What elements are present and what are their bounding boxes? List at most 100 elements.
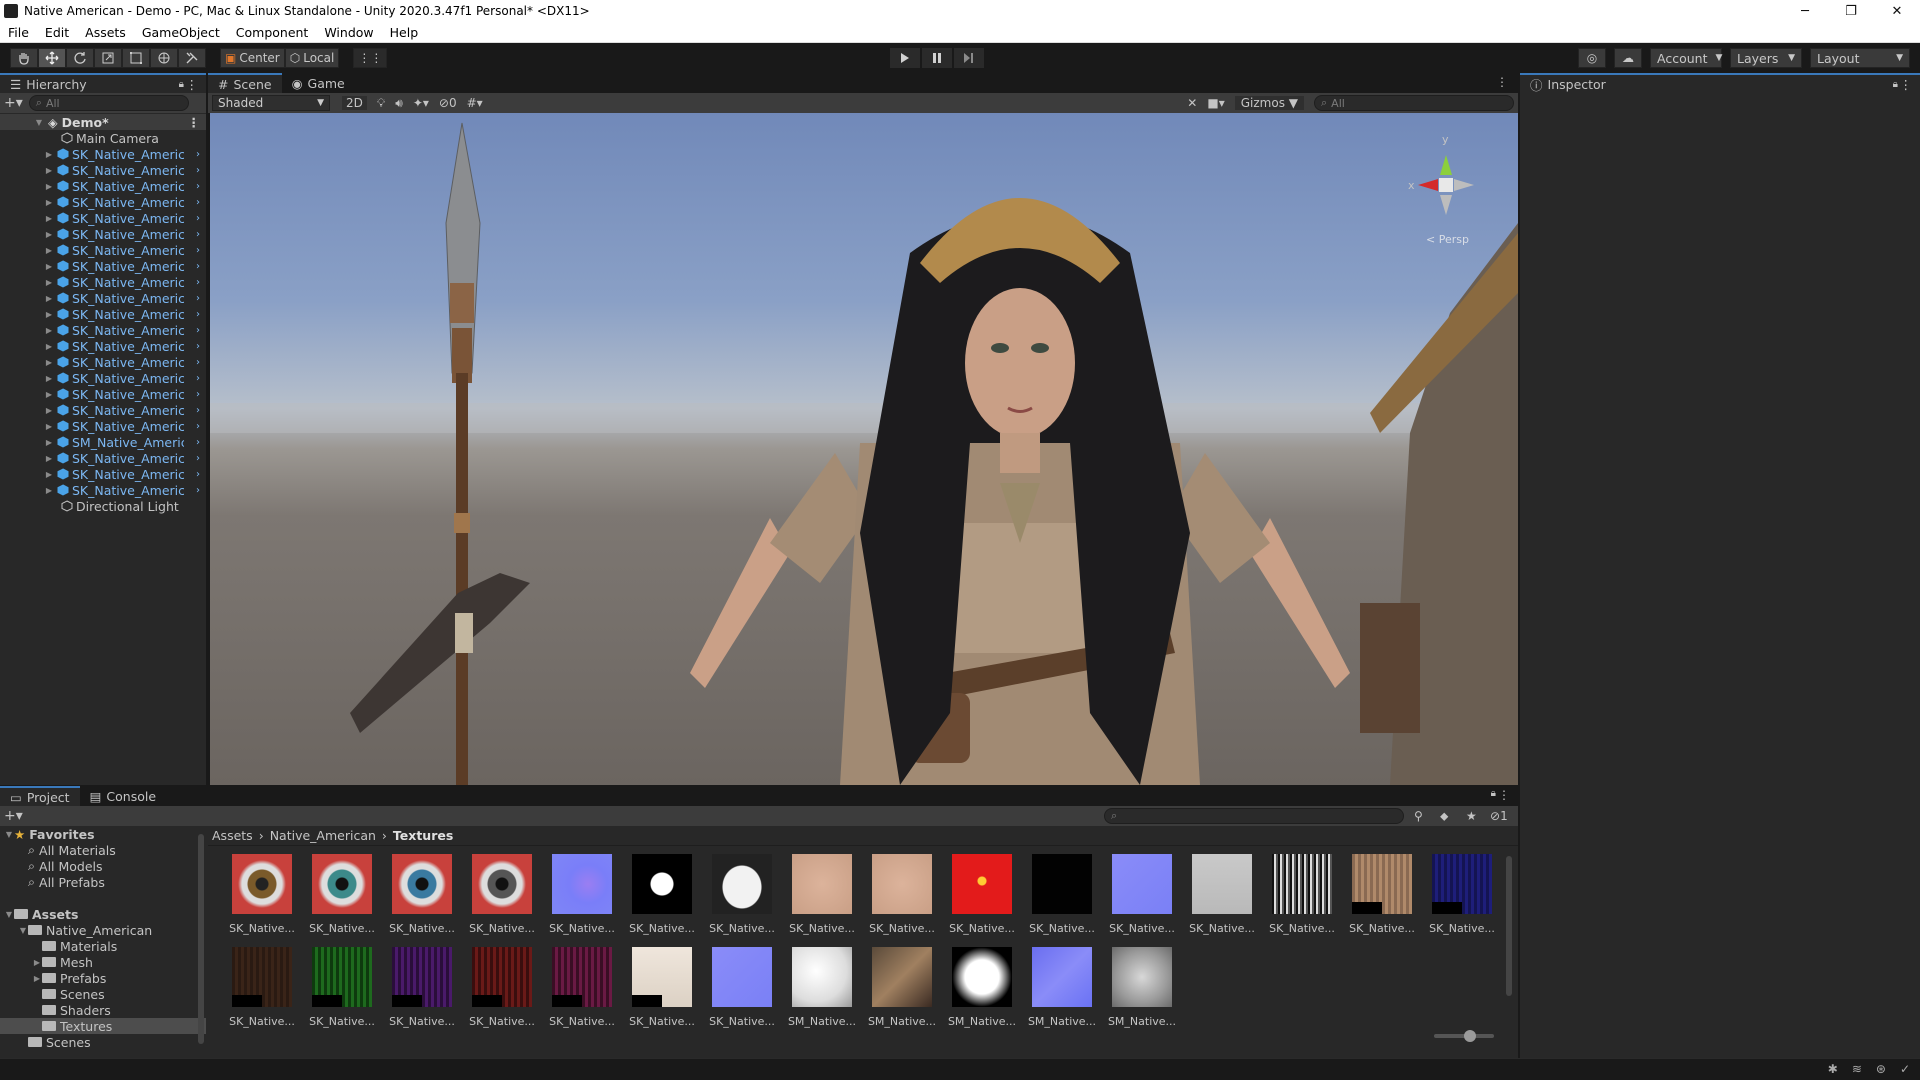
project-tree-item[interactable]: ▼ Assets xyxy=(0,906,206,922)
menu-window[interactable]: Window xyxy=(316,25,381,40)
prefab-open-arrow-icon[interactable]: › xyxy=(196,453,200,464)
shading-mode-dropdown[interactable]: Shaded ▼ xyxy=(212,95,330,111)
rect-tool-icon[interactable] xyxy=(122,48,150,68)
fold-arrow-icon[interactable]: ▶ xyxy=(44,422,54,431)
fold-arrow-icon[interactable]: ▶ xyxy=(44,374,54,383)
project-search-input[interactable]: ⌕ xyxy=(1104,808,1404,824)
grid-snap-icon[interactable]: ⋮⋮ xyxy=(353,48,388,68)
fold-arrow-icon[interactable]: ▶ xyxy=(44,486,54,495)
tab-inspector[interactable]: ⓘ Inspector 🔒︎ ⋮ xyxy=(1520,73,1920,93)
fold-arrow-icon[interactable]: ▶ xyxy=(44,182,54,191)
menu-help[interactable]: Help xyxy=(382,25,427,40)
menu-gameobject[interactable]: GameObject xyxy=(134,25,228,40)
filter-by-label-icon[interactable]: ⬥ xyxy=(1440,809,1448,824)
prefab-open-arrow-icon[interactable]: › xyxy=(196,229,200,240)
prefab-open-arrow-icon[interactable]: › xyxy=(196,181,200,192)
fold-arrow-icon[interactable]: ▶ xyxy=(44,214,54,223)
scale-tool-icon[interactable] xyxy=(94,48,122,68)
auto-generate-lighting-icon[interactable]: ⊛ xyxy=(1876,1062,1886,1076)
perspective-label[interactable]: < Persp xyxy=(1426,233,1469,246)
progress-icon[interactable]: ≋ xyxy=(1852,1062,1862,1076)
hierarchy-item[interactable]: Main Camera xyxy=(0,130,206,146)
prefab-open-arrow-icon[interactable]: › xyxy=(196,165,200,176)
project-tree-item[interactable]: ⌕ All Prefabs xyxy=(0,874,206,890)
project-tree-item[interactable]: ▼ Native_American xyxy=(0,922,206,938)
prefab-open-arrow-icon[interactable]: › xyxy=(196,149,200,160)
effects-toggle-icon[interactable]: ✦▾ xyxy=(413,96,429,110)
fold-arrow-icon[interactable]: ▶ xyxy=(44,326,54,335)
pause-button-icon[interactable] xyxy=(922,48,952,68)
tab-game[interactable]: ◉ Game xyxy=(282,73,355,93)
fold-arrow-icon[interactable]: ▶ xyxy=(44,342,54,351)
toggle-2d-button[interactable]: 2D xyxy=(342,96,367,110)
pivot-local-button[interactable]: ⬡ Local xyxy=(284,48,340,68)
fold-arrow-icon[interactable]: ▶ xyxy=(44,310,54,319)
fold-arrow-icon[interactable]: ▶ xyxy=(44,470,54,479)
hierarchy-item[interactable]: ▶ SK_Native_American › xyxy=(0,178,206,194)
fold-arrow-icon[interactable]: ▶ xyxy=(44,454,54,463)
fold-arrow-icon[interactable]: ▶ xyxy=(44,294,54,303)
texture-asset[interactable]: SK_Native... xyxy=(1262,854,1342,947)
layout-dropdown[interactable]: Layout ▼ xyxy=(1810,48,1910,68)
audio-toggle-icon[interactable]: 🔊︎ xyxy=(395,96,403,111)
fold-arrow-icon[interactable]: ▶ xyxy=(44,150,54,159)
hierarchy-item[interactable]: ▶ SK_Native_American › xyxy=(0,306,206,322)
hierarchy-item[interactable]: ▶ SK_Native_American › xyxy=(0,242,206,258)
hierarchy-item[interactable]: ▶ SK_Native_American › xyxy=(0,370,206,386)
fold-arrow-icon[interactable]: ▼ xyxy=(34,118,44,127)
scene-root-row[interactable]: ▼ ◈ Demo* ⋮ xyxy=(0,114,206,130)
maximize-button[interactable]: ❐ xyxy=(1828,0,1874,22)
project-tree-item[interactable]: ▶ Prefabs xyxy=(0,970,206,986)
prefab-open-arrow-icon[interactable]: › xyxy=(196,309,200,320)
scene-search-input[interactable]: ⌕ All xyxy=(1314,95,1514,111)
fold-arrow-icon[interactable]: ▶ xyxy=(32,974,42,983)
hierarchy-item[interactable]: Directional Light xyxy=(0,498,206,514)
prefab-open-arrow-icon[interactable]: › xyxy=(196,469,200,480)
texture-asset[interactable]: SK_Native... xyxy=(622,854,702,947)
menu-component[interactable]: Component xyxy=(228,25,317,40)
assets-scrollbar[interactable] xyxy=(1506,856,1512,996)
lock-icon[interactable]: 🔒︎ xyxy=(1491,788,1496,799)
breadcrumb-assets[interactable]: Assets xyxy=(212,828,253,843)
texture-asset[interactable]: SK_Native... xyxy=(1102,854,1182,947)
fold-arrow-icon[interactable]: ▶ xyxy=(44,198,54,207)
tree-scrollbar[interactable] xyxy=(198,834,204,1044)
prefab-open-arrow-icon[interactable]: › xyxy=(196,213,200,224)
play-button-icon[interactable] xyxy=(890,48,920,68)
pivot-center-button[interactable]: ▣ Center xyxy=(220,48,285,68)
prefab-open-arrow-icon[interactable]: › xyxy=(196,277,200,288)
lock-icon[interactable]: 🔒︎ xyxy=(179,79,184,90)
prefab-open-arrow-icon[interactable]: › xyxy=(196,373,200,384)
texture-asset[interactable]: SK_Native... xyxy=(862,854,942,947)
texture-asset[interactable]: SK_Native... xyxy=(382,947,462,1040)
kebab-menu-icon[interactable]: ⋮ xyxy=(186,77,199,92)
bug-report-icon[interactable]: ✱ xyxy=(1828,1062,1838,1076)
kebab-menu-icon[interactable]: ⋮ xyxy=(188,115,201,130)
texture-asset[interactable]: SM_Native... xyxy=(862,947,942,1040)
hierarchy-item[interactable]: ▶ SK_Native_American › xyxy=(0,210,206,226)
hidden-objects-icon[interactable]: ⊘0 xyxy=(439,96,457,110)
kebab-menu-icon[interactable]: ⋮ xyxy=(1900,77,1913,92)
fold-arrow-icon[interactable]: ▶ xyxy=(44,166,54,175)
project-tree-item[interactable]: Scenes xyxy=(0,986,206,1002)
project-tree-item[interactable]: ▼ ★ Favorites xyxy=(0,826,206,842)
hierarchy-item[interactable]: ▶ SK_Native_American › xyxy=(0,162,206,178)
hierarchy-item[interactable]: ▶ SK_Native_American › xyxy=(0,466,206,482)
fold-arrow-icon[interactable]: ▶ xyxy=(44,406,54,415)
rotate-tool-icon[interactable] xyxy=(66,48,94,68)
prefab-open-arrow-icon[interactable]: › xyxy=(196,245,200,256)
menu-assets[interactable]: Assets xyxy=(77,25,134,40)
cloud-icon[interactable]: ☁ xyxy=(1614,48,1642,68)
hierarchy-item[interactable]: ▶ SK_Native_American › xyxy=(0,450,206,466)
texture-asset[interactable]: SK_Native... xyxy=(702,854,782,947)
texture-asset[interactable]: SK_Native... xyxy=(1022,854,1102,947)
add-icon[interactable]: +▾ xyxy=(4,808,23,824)
move-tool-icon[interactable] xyxy=(38,48,66,68)
hierarchy-item[interactable]: ▶ SK_Native_American › xyxy=(0,322,206,338)
prefab-open-arrow-icon[interactable]: › xyxy=(196,405,200,416)
hierarchy-item[interactable]: ▶ SK_Native_American › xyxy=(0,226,206,242)
step-button-icon[interactable] xyxy=(954,48,984,68)
kebab-menu-icon[interactable]: ⋮ xyxy=(1496,75,1508,89)
grid-toggle-icon[interactable]: #▾ xyxy=(467,96,483,110)
orientation-gizmo[interactable]: y x < Persp xyxy=(1408,133,1474,246)
